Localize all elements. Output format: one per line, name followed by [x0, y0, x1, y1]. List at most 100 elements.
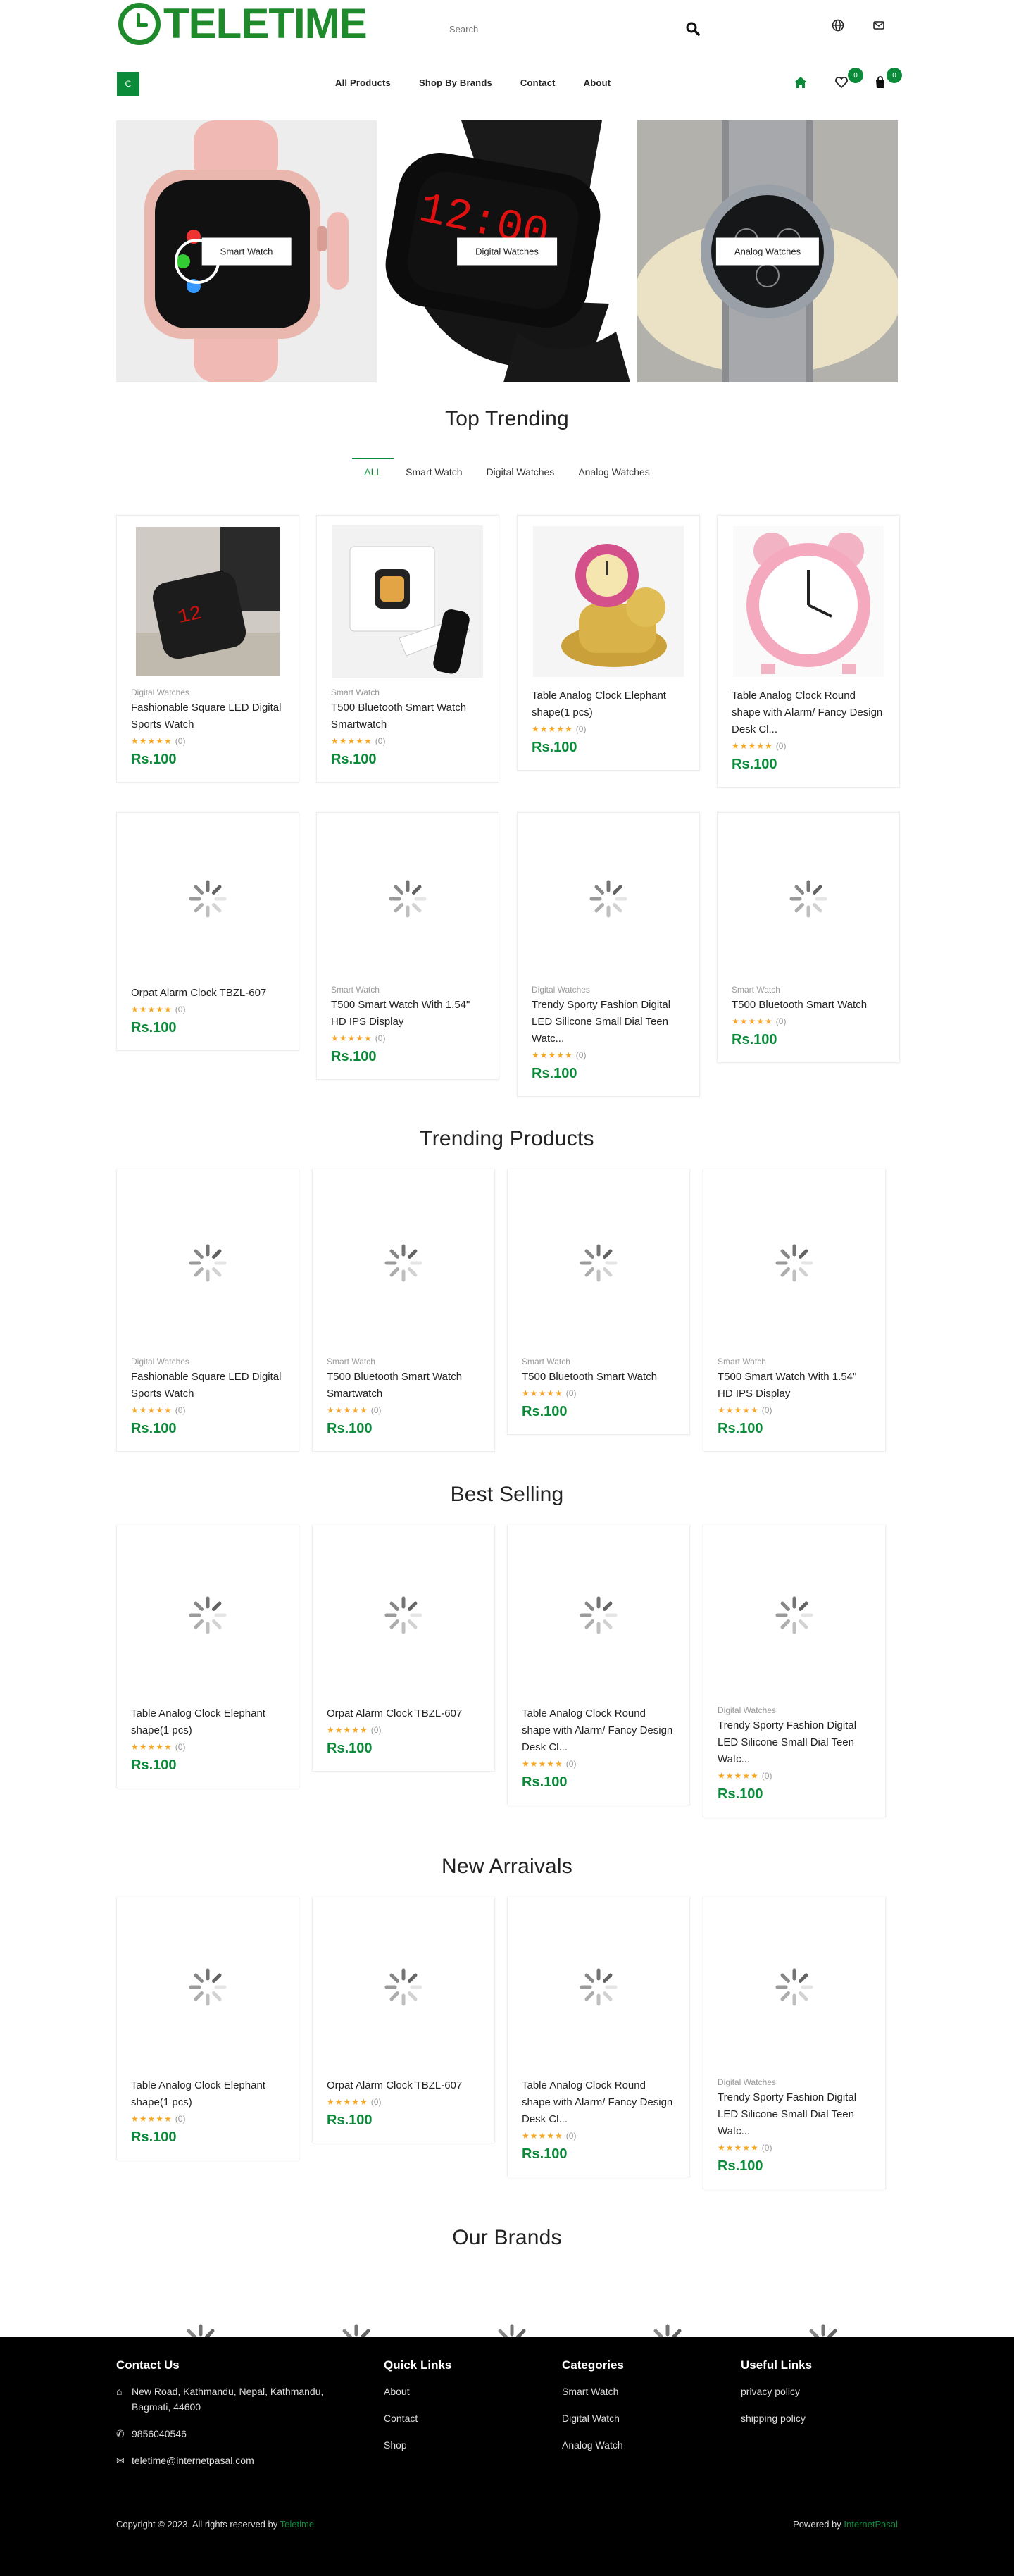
footer-link-privacy-policy[interactable]: privacy policy: [741, 2384, 812, 2399]
product-name[interactable]: T500 Bluetooth Smart Watch Smartwatch: [327, 1369, 480, 1402]
product-name[interactable]: Trendy Sporty Fashion Digital LED Silico…: [718, 2089, 871, 2140]
product-image-loading[interactable]: [518, 813, 699, 985]
logo[interactable]: TELETIME: [118, 3, 368, 45]
product-name[interactable]: Fashionable Square LED Digital Sports Wa…: [131, 699, 284, 733]
nav-link-about[interactable]: About: [584, 77, 611, 88]
product-image-loading[interactable]: [317, 813, 499, 985]
product-image-loading[interactable]: [313, 1897, 494, 2077]
product-card[interactable]: Digital Watches Trendy Sporty Fashion Di…: [517, 812, 700, 1097]
product-image[interactable]: 12: [117, 516, 299, 687]
product-image-loading[interactable]: [313, 1525, 494, 1705]
product-card[interactable]: Digital Watches Trendy Sporty Fashion Di…: [703, 1897, 886, 2189]
product-name[interactable]: Table Analog Clock Elephant shape(1 pcs): [131, 2077, 284, 2111]
product-card[interactable]: Table Analog Clock Round shape with Alar…: [507, 1525, 690, 1805]
footer-link-analog-watch[interactable]: Analog Watch: [562, 2437, 624, 2453]
product-card[interactable]: Digital Watches Fashionable Square LED D…: [116, 1169, 299, 1452]
tab-analog-watches[interactable]: Analog Watches: [566, 458, 661, 486]
product-name[interactable]: T500 Bluetooth Smart Watch Smartwatch: [331, 699, 484, 733]
product-card[interactable]: Smart Watch T500 Bluetooth Smart Watch ★…: [507, 1169, 690, 1435]
star-icons: ★★★★★: [331, 736, 373, 746]
banner-label-smart-watch[interactable]: Smart Watch: [201, 237, 292, 266]
product-image-loading[interactable]: [117, 813, 299, 985]
product-name[interactable]: T500 Smart Watch With 1.54" HD IPS Displ…: [331, 997, 484, 1031]
product-card[interactable]: Table Analog Clock Elephant shape(1 pcs)…: [517, 515, 700, 771]
banner-label-analog-watches[interactable]: Analog Watches: [715, 237, 820, 266]
home-icon[interactable]: [793, 75, 813, 94]
footer-link-digital-watch[interactable]: Digital Watch: [562, 2410, 624, 2426]
product-name[interactable]: Table Analog Clock Elephant shape(1 pcs): [131, 1705, 284, 1739]
product-name[interactable]: Table Analog Clock Round shape with Alar…: [522, 2077, 675, 2128]
wishlist-button[interactable]: 0: [834, 68, 863, 94]
product-image-loading[interactable]: [508, 1897, 689, 2077]
product-name[interactable]: Fashionable Square LED Digital Sports Wa…: [131, 1369, 284, 1402]
product-image-loading[interactable]: [718, 813, 899, 985]
product-image-loading[interactable]: [703, 1525, 885, 1705]
footer-quick-links-title: Quick Links: [384, 2358, 452, 2372]
star-icons: ★★★★★: [732, 741, 773, 751]
footer-link-contact[interactable]: Contact: [384, 2410, 451, 2426]
product-image-loading[interactable]: [313, 1169, 494, 1357]
product-card[interactable]: Table Analog Clock Elephant shape(1 pcs)…: [116, 1897, 299, 2160]
product-name[interactable]: T500 Smart Watch With 1.54" HD IPS Displ…: [718, 1369, 871, 1402]
product-name[interactable]: Trendy Sporty Fashion Digital LED Silico…: [532, 997, 685, 1047]
category-menu-button[interactable]: C: [117, 72, 139, 96]
product-card[interactable]: Smart Watch T500 Smart Watch With 1.54" …: [703, 1169, 886, 1452]
banner-analog-watches[interactable]: Analog Watches: [637, 120, 898, 382]
copyright-brand-link[interactable]: Teletime: [280, 2519, 314, 2530]
nav-link-all-products[interactable]: All Products: [335, 77, 391, 88]
product-image-loading[interactable]: [117, 1169, 299, 1357]
powered-by-brand-link[interactable]: InternetPasal: [844, 2519, 898, 2530]
product-image[interactable]: [317, 516, 499, 687]
product-name[interactable]: Orpat Alarm Clock TBZL-607: [327, 2077, 480, 2094]
product-card[interactable]: 12 Digital Watches Fashionable Square LE…: [116, 515, 299, 783]
search-icon[interactable]: [686, 22, 700, 36]
product-image-loading[interactable]: [703, 1169, 885, 1357]
footer-link-shop[interactable]: Shop: [384, 2437, 451, 2453]
product-image-loading[interactable]: [117, 1897, 299, 2077]
banner-smart-watch[interactable]: Smart Watch: [116, 120, 377, 382]
product-card[interactable]: Orpat Alarm Clock TBZL-607 ★★★★★ (0) Rs.1…: [312, 1525, 495, 1772]
product-name[interactable]: Trendy Sporty Fashion Digital LED Silico…: [718, 1717, 871, 1768]
footer-link-shipping-policy[interactable]: shipping policy: [741, 2410, 812, 2426]
product-card[interactable]: Table Analog Clock Round shape with Alar…: [507, 1897, 690, 2177]
product-card[interactable]: Table Analog Clock Round shape with Alar…: [717, 515, 900, 788]
search-input[interactable]: [442, 15, 710, 42]
product-card[interactable]: Smart Watch T500 Bluetooth Smart Watch S…: [316, 515, 499, 783]
product-name[interactable]: Orpat Alarm Clock TBZL-607: [131, 985, 284, 1002]
product-name[interactable]: Table Analog Clock Round shape with Alar…: [522, 1705, 675, 1756]
banner-label-digital-watches[interactable]: Digital Watches: [457, 237, 557, 266]
product-image-loading[interactable]: [117, 1525, 299, 1705]
product-image[interactable]: [518, 516, 699, 687]
product-name[interactable]: Table Analog Clock Elephant shape(1 pcs): [532, 687, 685, 721]
tab-all[interactable]: ALL: [352, 458, 394, 486]
product-name[interactable]: Table Analog Clock Round shape with Alar…: [732, 687, 885, 738]
product-card[interactable]: Smart Watch T500 Smart Watch With 1.54" …: [316, 812, 499, 1080]
footer-link-smart-watch[interactable]: Smart Watch: [562, 2384, 624, 2399]
product-card[interactable]: Orpat Alarm Clock TBZL-607 ★★★★★ (0) Rs.1…: [116, 812, 299, 1051]
product-image-loading[interactable]: [508, 1169, 689, 1357]
banner-digital-watches[interactable]: 12:00 Digital Watches: [377, 120, 637, 382]
product-name[interactable]: T500 Bluetooth Smart Watch: [522, 1369, 675, 1386]
product-name[interactable]: Orpat Alarm Clock TBZL-607: [327, 1705, 480, 1722]
globe-icon[interactable]: [831, 18, 852, 39]
trending-products-title: Trending Products: [420, 1127, 594, 1150]
product-image[interactable]: [718, 516, 899, 687]
footer-email[interactable]: ✉ teletime@internetpasal.com: [116, 2453, 356, 2468]
footer-link-about[interactable]: About: [384, 2384, 451, 2399]
product-card[interactable]: Smart Watch T500 Bluetooth Smart Watch ★…: [717, 812, 900, 1063]
product-card[interactable]: Smart Watch T500 Bluetooth Smart Watch S…: [312, 1169, 495, 1452]
nav-link-contact[interactable]: Contact: [520, 77, 556, 88]
product-image-loading[interactable]: [508, 1525, 689, 1705]
product-card[interactable]: Digital Watches Trendy Sporty Fashion Di…: [703, 1525, 886, 1817]
product-image-loading[interactable]: [703, 1897, 885, 2077]
product-price: Rs.100: [131, 752, 177, 767]
nav-link-shop-by-brands[interactable]: Shop By Brands: [419, 77, 492, 88]
tab-digital-watches[interactable]: Digital Watches: [475, 458, 567, 486]
cart-button[interactable]: 0: [872, 68, 902, 94]
tab-smart-watch[interactable]: Smart Watch: [394, 458, 474, 486]
footer-phone[interactable]: ✆ 9856040546: [116, 2426, 356, 2441]
product-name[interactable]: T500 Bluetooth Smart Watch: [732, 997, 885, 1014]
mail-icon[interactable]: [872, 18, 893, 39]
product-card[interactable]: Orpat Alarm Clock TBZL-607 ★★★★★ (0) Rs.1…: [312, 1897, 495, 2143]
product-card[interactable]: Table Analog Clock Elephant shape(1 pcs)…: [116, 1525, 299, 1788]
